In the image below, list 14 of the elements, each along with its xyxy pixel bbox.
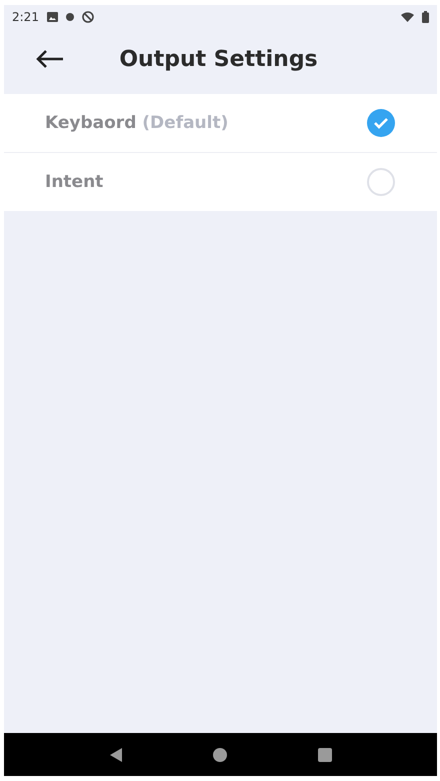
dot-icon [66,13,74,21]
wifi-icon [401,12,414,22]
back-nav-icon[interactable] [110,748,122,762]
checkmark-icon [373,117,389,129]
image-icon [46,12,58,22]
recents-nav-icon[interactable] [318,748,332,762]
radio-button[interactable] [367,168,395,196]
home-nav-icon[interactable] [212,748,226,762]
option-label: Keybaord (Default) [45,113,230,133]
status-time: 2:21 [12,10,39,24]
page-title: Output Settings [118,46,319,72]
option-label: Intent [45,172,104,192]
radio-button[interactable] [367,109,395,137]
battery-icon [422,11,429,23]
